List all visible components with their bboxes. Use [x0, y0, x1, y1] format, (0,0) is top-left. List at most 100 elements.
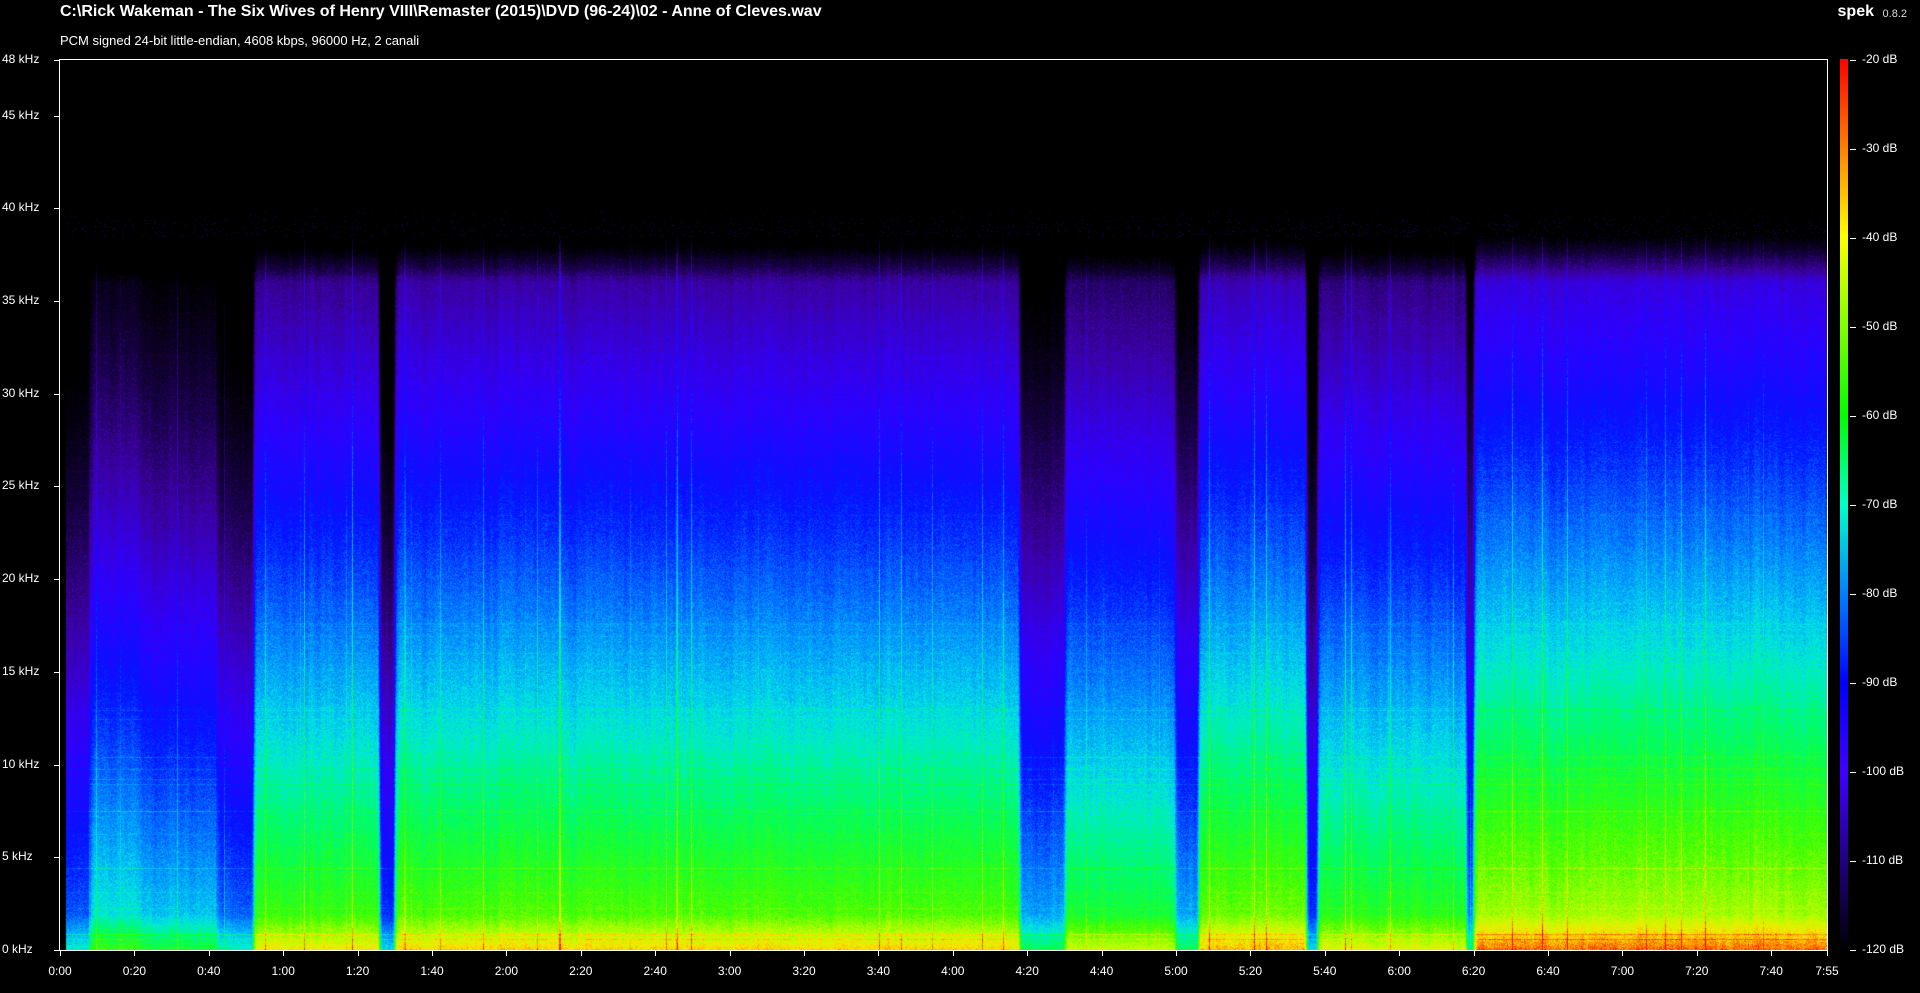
time-tick-label: 6:20: [1461, 964, 1486, 978]
time-tick-mark: [953, 950, 954, 956]
frequency-tick-label: 45 kHz: [2, 107, 40, 122]
time-tick-mark: [1771, 950, 1772, 956]
spectrogram-plot: [59, 59, 1828, 951]
frequency-tick-mark: [54, 394, 60, 395]
time-tick-mark: [283, 950, 284, 956]
db-tick-label: -110 dB: [1862, 853, 1904, 867]
time-tick-mark: [1399, 950, 1400, 956]
time-tick-mark: [60, 950, 61, 956]
db-tick-mark: [1850, 149, 1856, 150]
frequency-tick-label: 0 kHz: [2, 942, 33, 956]
db-tick-mark: [1850, 238, 1856, 239]
db-tick-mark: [1850, 594, 1856, 595]
time-tick-label: 3:40: [866, 964, 891, 978]
time-tick-label: 7:20: [1685, 964, 1709, 978]
time-tick-mark: [1102, 950, 1103, 956]
frequency-tick-label: 35 kHz: [2, 293, 40, 308]
db-tick-label: -90 dB: [1862, 675, 1898, 689]
time-tick-mark: [1827, 950, 1828, 956]
time-tick-mark: [655, 950, 656, 956]
frequency-tick-mark: [54, 60, 60, 61]
time-tick-label: 0:00: [48, 964, 72, 978]
time-tick-mark: [581, 950, 582, 956]
frequency-tick-mark: [54, 765, 60, 766]
time-tick-label: 2:40: [643, 964, 667, 978]
frequency-tick-label: 20 kHz: [2, 571, 40, 586]
time-tick-mark: [878, 950, 879, 956]
time-tick-label: 1:40: [420, 964, 444, 978]
time-tick-mark: [1622, 950, 1623, 956]
time-tick-mark: [1250, 950, 1251, 956]
time-tick-label: 0:20: [122, 964, 147, 978]
frequency-tick-mark: [54, 579, 60, 580]
time-tick-label: 7:00: [1610, 964, 1635, 978]
db-color-scale: [1840, 59, 1848, 951]
db-tick-label: -70 dB: [1862, 497, 1898, 511]
time-tick-label: 4:00: [941, 964, 965, 978]
db-tick-label: -100 dB: [1862, 764, 1905, 778]
time-tick-mark: [1325, 950, 1326, 956]
time-tick-mark: [1697, 950, 1698, 956]
app-version: 0.8.2: [1882, 8, 1907, 20]
db-tick-mark: [1850, 683, 1856, 684]
time-tick-label: 5:00: [1164, 964, 1188, 978]
frequency-tick-label: 5 kHz: [2, 849, 33, 864]
db-tick-label: -30 dB: [1862, 141, 1898, 155]
db-tick-mark: [1850, 505, 1856, 506]
time-tick-mark: [730, 950, 731, 956]
db-tick-mark: [1850, 950, 1856, 951]
time-tick-label: 7:40: [1759, 964, 1783, 978]
time-tick-label: 3:00: [717, 964, 742, 978]
frequency-tick-mark: [54, 116, 60, 117]
db-tick-label: -20 dB: [1862, 52, 1898, 66]
time-tick-mark: [1176, 950, 1177, 956]
time-tick-label: 5:40: [1313, 964, 1337, 978]
time-tick-mark: [1474, 950, 1475, 956]
time-tick-label: 0:40: [197, 964, 221, 978]
time-tick-label: 3:20: [792, 964, 816, 978]
frequency-tick-label: 40 kHz: [2, 200, 40, 215]
frequency-tick-label: 10 kHz: [2, 756, 40, 771]
db-tick-mark: [1850, 861, 1856, 862]
audio-format-info: PCM signed 24-bit little-endian, 4608 kb…: [60, 33, 420, 48]
time-tick-label: 1:20: [345, 964, 370, 978]
time-tick-label: 2:20: [569, 964, 593, 978]
spectrogram-canvas: [60, 60, 1827, 950]
time-tick-label: 7:55: [1815, 964, 1839, 978]
db-tick-label: -60 dB: [1862, 408, 1898, 422]
time-tick-label: 4:40: [1089, 964, 1114, 978]
time-tick-mark: [432, 950, 433, 956]
db-tick-label: -40 dB: [1862, 230, 1898, 244]
frequency-tick-mark: [54, 208, 60, 209]
file-path-title: C:\Rick Wakeman - The Six Wives of Henry…: [60, 3, 822, 20]
db-tick-mark: [1850, 416, 1856, 417]
frequency-tick-mark: [54, 857, 60, 858]
db-tick-mark: [1850, 772, 1856, 773]
time-tick-mark: [804, 950, 805, 956]
time-tick-mark: [506, 950, 507, 956]
time-tick-label: 6:00: [1387, 964, 1411, 978]
time-tick-label: 4:20: [1015, 964, 1039, 978]
time-tick-mark: [209, 950, 210, 956]
frequency-tick-mark: [54, 486, 60, 487]
time-tick-mark: [134, 950, 135, 956]
db-tick-mark: [1850, 327, 1856, 328]
frequency-tick-mark: [54, 301, 60, 302]
frequency-tick-label: 15 kHz: [2, 663, 40, 678]
db-tick-mark: [1850, 60, 1856, 61]
db-tick-label: -50 dB: [1862, 319, 1898, 333]
app-name: spek: [1837, 3, 1874, 20]
time-tick-mark: [1027, 950, 1028, 956]
frequency-tick-label: 48 kHz: [2, 52, 40, 66]
time-tick-label: 6:40: [1536, 964, 1560, 978]
frequency-tick-label: 25 kHz: [2, 478, 40, 493]
time-tick-label: 2:00: [494, 964, 519, 978]
time-tick-mark: [358, 950, 359, 956]
db-tick-label: -120 dB: [1862, 942, 1905, 956]
time-tick-label: 5:20: [1238, 964, 1263, 978]
time-tick-mark: [1548, 950, 1549, 956]
time-tick-label: 1:00: [271, 964, 295, 978]
frequency-tick-mark: [54, 672, 60, 673]
db-tick-label: -80 dB: [1862, 586, 1898, 600]
frequency-tick-label: 30 kHz: [2, 385, 40, 400]
